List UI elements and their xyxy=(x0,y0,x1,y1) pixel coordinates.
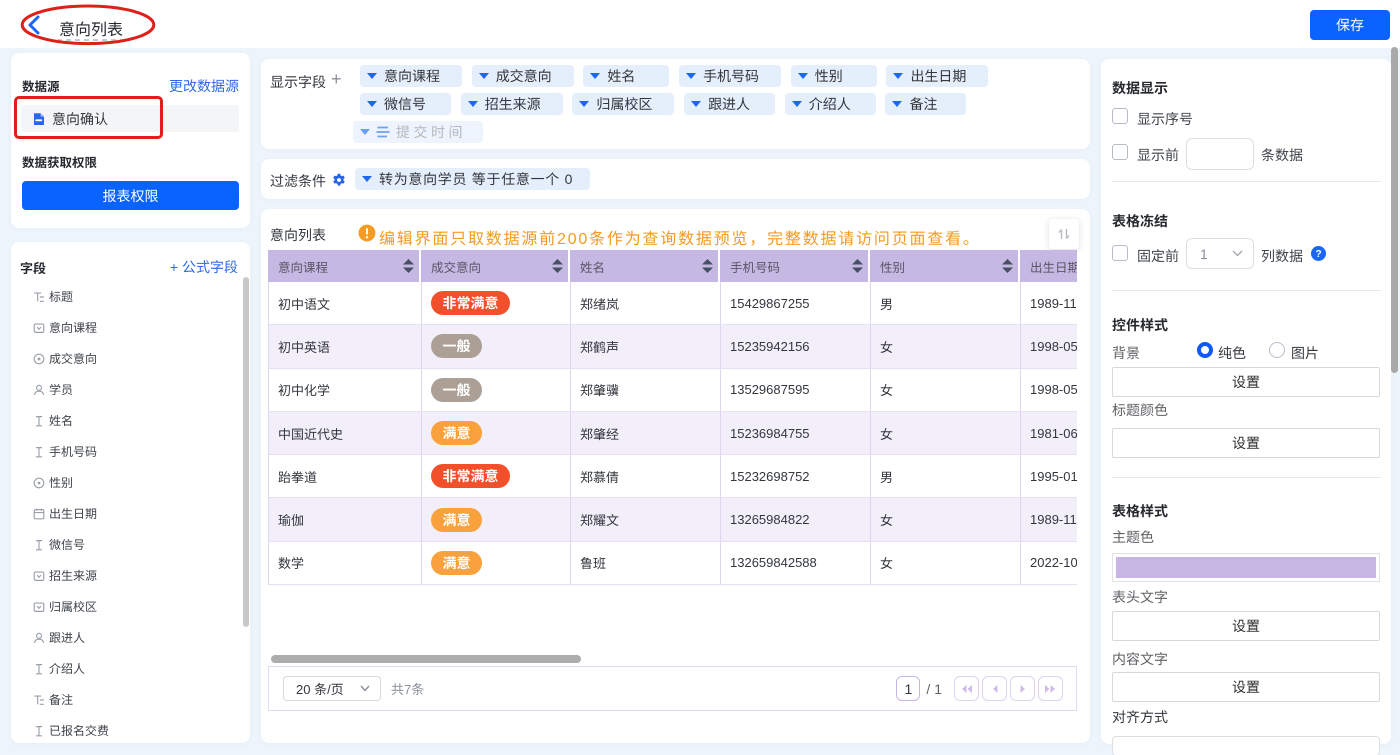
svg-text:?: ? xyxy=(1315,249,1321,260)
